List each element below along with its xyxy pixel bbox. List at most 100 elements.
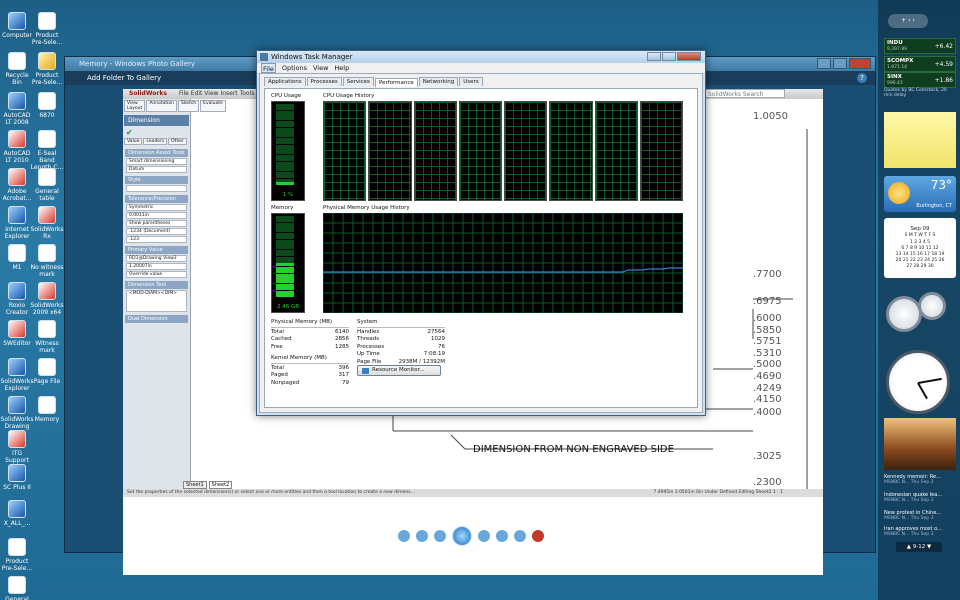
tab-performance[interactable]: Performance [374, 78, 418, 87]
section-header: Dimension Text [125, 281, 188, 289]
desktop-icon[interactable]: Product Pre-Sele... [30, 52, 64, 92]
news-item[interactable]: New protest in Chine... MSNBC N... Thu Se… [884, 510, 956, 521]
task-manager-window[interactable]: Windows Task Manager File Options View H… [256, 50, 706, 416]
menu-file[interactable]: File [261, 63, 276, 73]
calendar-gadget[interactable]: Sep 09 S M T W T F S 1 2 3 4 56 7 8 9 10… [884, 218, 956, 278]
rotate-right-icon[interactable] [514, 530, 526, 542]
desktop-icon[interactable]: Roxio Creator [0, 282, 34, 322]
desktop-icon[interactable]: SC Plus II [0, 464, 34, 504]
stat-row: Up Time 7:08:19 [357, 351, 445, 359]
shortcut-icon [38, 244, 56, 262]
news-pager[interactable]: ▲ 9-12 ▼ [896, 542, 942, 552]
desktop-icon[interactable]: AutoCAD LT 2010 [0, 130, 34, 170]
memory-history-graph [323, 213, 683, 313]
desktop-icon[interactable]: Page File [30, 358, 64, 398]
stock-item[interactable]: INDU 9,397.89 +6.42 [884, 38, 956, 54]
tab-processes[interactable]: Processes [306, 77, 342, 86]
stat-value: 76 [438, 343, 445, 350]
news-item[interactable]: Iran approves most o... MSNBC N... Thu Se… [884, 526, 956, 537]
section-header: Style [125, 176, 188, 184]
dimension-label: .6975 [753, 296, 782, 307]
resource-monitor-button[interactable]: Resource Monitor... [357, 365, 441, 376]
desktop-icon[interactable]: SWEditor [0, 320, 34, 360]
solidworks-status-bar: Set the properties of the selected dimen… [123, 489, 823, 497]
shortcut-icon [8, 464, 26, 482]
fit-icon[interactable] [416, 530, 428, 542]
desktop-icon[interactable]: Product Pre-Sele... [30, 12, 64, 52]
news-source: MSNBC N... Thu Sep 3 [884, 480, 934, 485]
sidebar-add-gadget-button[interactable]: + ‹ › [888, 14, 928, 28]
cpu-meter-gadget[interactable] [886, 296, 922, 332]
gallery-title: Memory - Windows Photo Gallery [79, 60, 196, 68]
desktop-icon[interactable]: SolidWorks Rx [30, 206, 64, 246]
desktop-icon[interactable]: Computer [0, 12, 34, 52]
cpu-gauge-segment [276, 178, 294, 182]
close-button[interactable] [677, 52, 701, 61]
desktop-icon[interactable]: No witness mark [30, 244, 64, 284]
tab-networking[interactable]: Networking [418, 77, 459, 86]
maximize-button[interactable] [662, 52, 676, 61]
minimize-button[interactable] [817, 58, 831, 69]
clock-minute-hand [917, 377, 942, 384]
desktop-icon[interactable]: X_ALL_... [0, 500, 34, 540]
dimension-label: .5850 [753, 325, 782, 336]
cpu-gauge-segment [276, 144, 294, 148]
desktop-icon-label: SolidWorks Drawing [0, 416, 34, 430]
rotate-left-icon[interactable] [496, 530, 508, 542]
desktop-icon[interactable]: Witness mark [30, 320, 64, 360]
clock-gadget[interactable] [886, 350, 950, 414]
desktop-icon[interactable]: AutoCAD LT 2008 [0, 92, 34, 132]
add-folder-button[interactable]: Add Folder To Gallery [87, 74, 161, 82]
shortcut-icon [8, 52, 26, 70]
desktop-icon[interactable]: M1 [0, 244, 34, 284]
news-item[interactable]: Indonesian quake lea... MSNBC N... Thu Se… [884, 492, 956, 503]
stat-label: Total [271, 364, 284, 371]
check-icon: ✔ [126, 128, 133, 137]
desktop-icon[interactable]: 6870 [30, 92, 64, 132]
tab-services[interactable]: Services [342, 77, 374, 86]
next-button[interactable] [478, 530, 490, 542]
desktop-icon[interactable]: Adobe Acrobat... [0, 168, 34, 208]
desktop-icon-label: Product Pre-Sele... [1, 558, 33, 572]
close-button[interactable] [849, 58, 871, 69]
desktop-icon[interactable]: General [0, 576, 34, 600]
cpu-gauge-segment [276, 107, 294, 111]
delete-icon[interactable] [532, 530, 544, 542]
stock-item[interactable]: SINX 996.43 +1.86 [884, 72, 956, 88]
tab-applications[interactable]: Applications [264, 77, 306, 86]
slideshow-gadget[interactable] [884, 418, 956, 470]
help-icon[interactable]: ? [857, 73, 867, 83]
cpu-usage-gauge: 1 % [271, 101, 305, 201]
ram-meter-gadget[interactable] [918, 292, 946, 320]
tab-users[interactable]: Users [459, 77, 483, 86]
menu-help[interactable]: Help [334, 63, 349, 73]
sticky-note-gadget[interactable] [884, 112, 956, 168]
desktop-icon[interactable]: E-Seal Band Length C... [30, 130, 64, 171]
menu-view[interactable]: View [313, 63, 328, 73]
sheet-tab[interactable]: Sheet2 [208, 481, 233, 489]
task-manager-title-bar[interactable]: Windows Task Manager [257, 51, 705, 63]
stock-item[interactable]: SCOMPX 1,971.14 +4.59 [884, 56, 956, 72]
desktop-icon[interactable]: SolidWorks 2009 x64 ... [30, 282, 64, 323]
cpu-gauge-segment [276, 127, 294, 131]
news-item[interactable]: Kennedy memoir: Re... MSNBC N... Thu Sep … [884, 474, 956, 485]
minimize-button[interactable] [647, 52, 661, 61]
resource-monitor-icon [362, 368, 369, 374]
maximize-button[interactable] [833, 58, 847, 69]
weather-city: Burlington, CT [916, 203, 952, 209]
desktop-icon-label: AutoCAD LT 2008 [3, 112, 31, 126]
menu-options[interactable]: Options [282, 63, 307, 73]
desktop-icon[interactable]: General table [30, 168, 64, 208]
desktop-icon[interactable]: SolidWorks Explorer [0, 358, 34, 398]
zoom-icon[interactable] [398, 530, 410, 542]
desktop-icon[interactable]: Product Pre-Sele... [0, 538, 34, 578]
solidworks-property-manager: View Layout Annotation Sketch Evaluate D… [123, 99, 226, 497]
previous-button[interactable] [434, 530, 446, 542]
shortcut-icon [8, 576, 26, 594]
desktop-icon[interactable]: Memory [30, 396, 64, 436]
weather-gadget[interactable]: 73° Burlington, CT [884, 176, 956, 212]
sheet-tab[interactable]: Sheet1 [183, 481, 207, 489]
desktop-icon[interactable]: Recycle Bin [0, 52, 34, 92]
desktop-icon[interactable]: Internet Explorer [0, 206, 34, 246]
slideshow-button[interactable] [452, 526, 472, 546]
